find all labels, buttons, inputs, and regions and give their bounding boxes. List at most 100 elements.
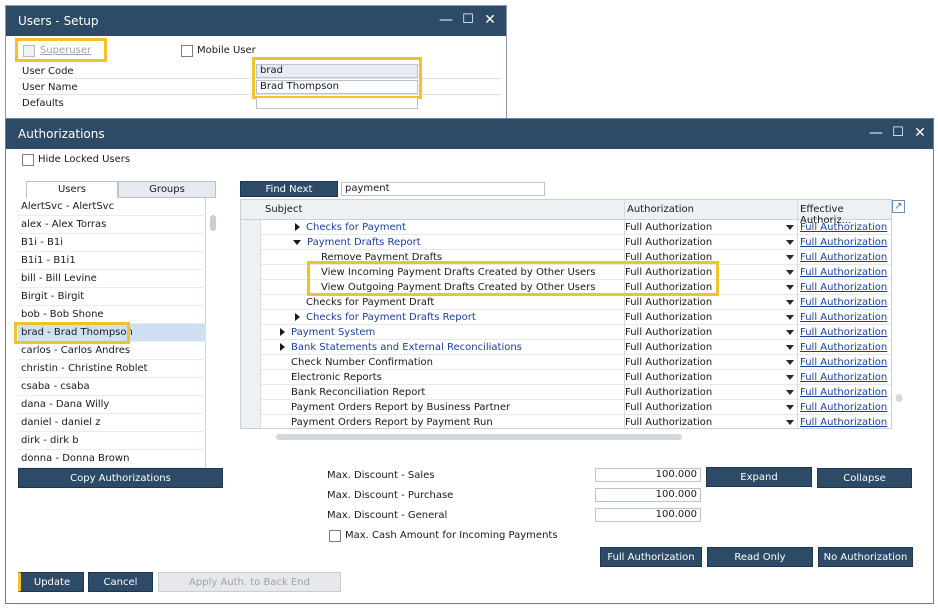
authorization-dropdown[interactable]: Full Authorization (624, 340, 796, 355)
table-row[interactable]: Checks for Payment Full Authorization Fu… (241, 220, 891, 235)
subject-cell[interactable]: Payment Drafts Report (293, 235, 421, 250)
cancel-button[interactable]: Cancel (88, 572, 153, 592)
authorization-dropdown[interactable]: Full Authorization (624, 295, 796, 310)
users-list-scrollbar[interactable] (210, 215, 216, 231)
find-next-button[interactable]: Find Next (240, 181, 338, 197)
update-button[interactable]: Update (18, 572, 84, 592)
hide-locked-users-checkbox[interactable] (22, 154, 34, 166)
table-row[interactable]: Electronic Reports Full Authorization Fu… (241, 370, 891, 385)
table-row[interactable]: Payment Drafts Report Full Authorization… (241, 235, 891, 250)
expand-arrow-icon[interactable] (295, 223, 300, 231)
effective-authorization-link[interactable]: Full Authorization (797, 235, 891, 250)
effective-authorization-link[interactable]: Full Authorization (797, 400, 891, 415)
effective-authorization-link[interactable]: Full Authorization (797, 415, 891, 428)
table-row[interactable]: Checks for Payment Draft Full Authorizat… (241, 295, 891, 310)
max-discount-sales-field[interactable]: 100.000 (595, 468, 701, 482)
subject-cell[interactable]: Electronic Reports (291, 370, 382, 385)
list-item[interactable]: christin - Christine Roblet (18, 360, 206, 378)
subject-cell[interactable]: Checks for Payment (295, 220, 406, 235)
dropdown-arrow-icon[interactable] (786, 390, 794, 395)
grid-vertical-scrollbar[interactable] (896, 394, 902, 402)
authorization-dropdown[interactable]: Full Authorization (624, 370, 796, 385)
list-item[interactable]: B1i1 - B1i1 (18, 252, 206, 270)
no-authorization-button[interactable]: No Authorization (818, 547, 913, 567)
expand-window-icon[interactable]: ↗ (892, 200, 905, 213)
superuser-checkbox[interactable] (23, 45, 35, 57)
read-only-button[interactable]: Read Only (707, 547, 813, 567)
authorization-dropdown[interactable]: Full Authorization (624, 400, 796, 415)
effective-authorization-link[interactable]: Full Authorization (797, 385, 891, 400)
expand-button[interactable]: Expand (706, 467, 812, 487)
subject-cell[interactable]: Check Number Confirmation (291, 355, 433, 370)
table-row[interactable]: Checks for Payment Drafts Report Full Au… (241, 310, 891, 325)
dropdown-arrow-icon[interactable] (786, 330, 794, 335)
effective-authorization-link[interactable]: Full Authorization (797, 370, 891, 385)
table-row[interactable]: Payment Orders Report by Payment Run Ful… (241, 415, 891, 428)
close-icon[interactable]: ✕ (912, 125, 928, 141)
apply-to-back-end-button[interactable]: Apply Auth. to Back End (158, 572, 341, 592)
list-item[interactable]: alex - Alex Torras (18, 216, 206, 234)
collapse-arrow-icon[interactable] (293, 239, 301, 245)
close-icon[interactable]: ✕ (482, 12, 498, 28)
dropdown-arrow-icon[interactable] (786, 270, 794, 275)
minimize-icon[interactable]: — (868, 125, 884, 141)
dropdown-arrow-icon[interactable] (786, 405, 794, 410)
expand-arrow-icon[interactable] (295, 313, 300, 321)
defaults-field[interactable] (256, 97, 418, 109)
column-header-subject[interactable]: Subject (265, 204, 302, 215)
effective-authorization-link[interactable]: Full Authorization (797, 355, 891, 370)
effective-authorization-link[interactable]: Full Authorization (797, 295, 891, 310)
table-row[interactable]: Bank Reconciliation Report Full Authoriz… (241, 385, 891, 400)
search-input[interactable]: payment (341, 182, 545, 196)
maximize-icon[interactable]: ☐ (460, 12, 476, 28)
authorization-dropdown[interactable]: Full Authorization (624, 235, 796, 250)
effective-authorization-link[interactable]: Full Authorization (797, 310, 891, 325)
max-cash-checkbox[interactable] (329, 530, 341, 542)
dropdown-arrow-icon[interactable] (786, 345, 794, 350)
list-item[interactable]: daniel - daniel z (18, 414, 206, 432)
authorization-dropdown[interactable]: Full Authorization (624, 325, 796, 340)
list-item[interactable]: bill - Bill Levine (18, 270, 206, 288)
max-discount-general-field[interactable]: 100.000 (595, 508, 701, 522)
authorization-dropdown[interactable]: Full Authorization (624, 220, 796, 235)
subject-cell[interactable]: Bank Statements and External Reconciliat… (280, 340, 522, 355)
list-item[interactable]: carlos - Carlos Andres (18, 342, 206, 360)
table-row[interactable]: Payment Orders Report by Business Partne… (241, 400, 891, 415)
users-setup-titlebar[interactable]: Users - Setup — ☐ ✕ (6, 6, 506, 36)
list-item[interactable]: csaba - csaba (18, 378, 206, 396)
tab-groups[interactable]: Groups (118, 181, 216, 198)
subject-cell[interactable]: Payment System (280, 325, 375, 340)
list-item[interactable]: Birgit - Birgit (18, 288, 206, 306)
mobile-user-checkbox[interactable] (181, 45, 193, 57)
effective-authorization-link[interactable]: Full Authorization (797, 325, 891, 340)
copy-authorizations-button[interactable]: Copy Authorizations (18, 468, 223, 488)
authorization-dropdown[interactable]: Full Authorization (624, 355, 796, 370)
column-header-authorization[interactable]: Authorization (627, 204, 694, 215)
authorization-dropdown[interactable]: Full Authorization (624, 415, 796, 428)
list-item[interactable]: donna - Donna Brown (18, 450, 206, 468)
list-item[interactable]: dirk - dirk b (18, 432, 206, 450)
table-row[interactable]: Payment System Full Authorization Full A… (241, 325, 891, 340)
grid-horizontal-scrollbar[interactable] (276, 434, 682, 440)
table-row[interactable]: Check Number Confirmation Full Authoriza… (241, 355, 891, 370)
authorization-dropdown[interactable]: Full Authorization (624, 310, 796, 325)
effective-authorization-link[interactable]: Full Authorization (797, 265, 891, 280)
dropdown-arrow-icon[interactable] (786, 375, 794, 380)
dropdown-arrow-icon[interactable] (786, 420, 794, 425)
minimize-icon[interactable]: — (438, 12, 454, 28)
subject-cell[interactable]: Payment Orders Report by Payment Run (291, 415, 493, 428)
dropdown-arrow-icon[interactable] (786, 285, 794, 290)
expand-arrow-icon[interactable] (280, 328, 285, 336)
list-item[interactable]: dana - Dana Willy (18, 396, 206, 414)
max-discount-purchase-field[interactable]: 100.000 (595, 488, 701, 502)
dropdown-arrow-icon[interactable] (786, 225, 794, 230)
effective-authorization-link[interactable]: Full Authorization (797, 340, 891, 355)
list-item[interactable]: AlertSvc - AlertSvc (18, 198, 206, 216)
dropdown-arrow-icon[interactable] (786, 360, 794, 365)
tab-users[interactable]: Users (26, 181, 118, 198)
expand-arrow-icon[interactable] (280, 343, 285, 351)
dropdown-arrow-icon[interactable] (786, 255, 794, 260)
authorization-dropdown[interactable]: Full Authorization (624, 385, 796, 400)
subject-cell[interactable]: Checks for Payment Drafts Report (295, 310, 476, 325)
user-name-field[interactable]: Brad Thompson (256, 80, 418, 94)
